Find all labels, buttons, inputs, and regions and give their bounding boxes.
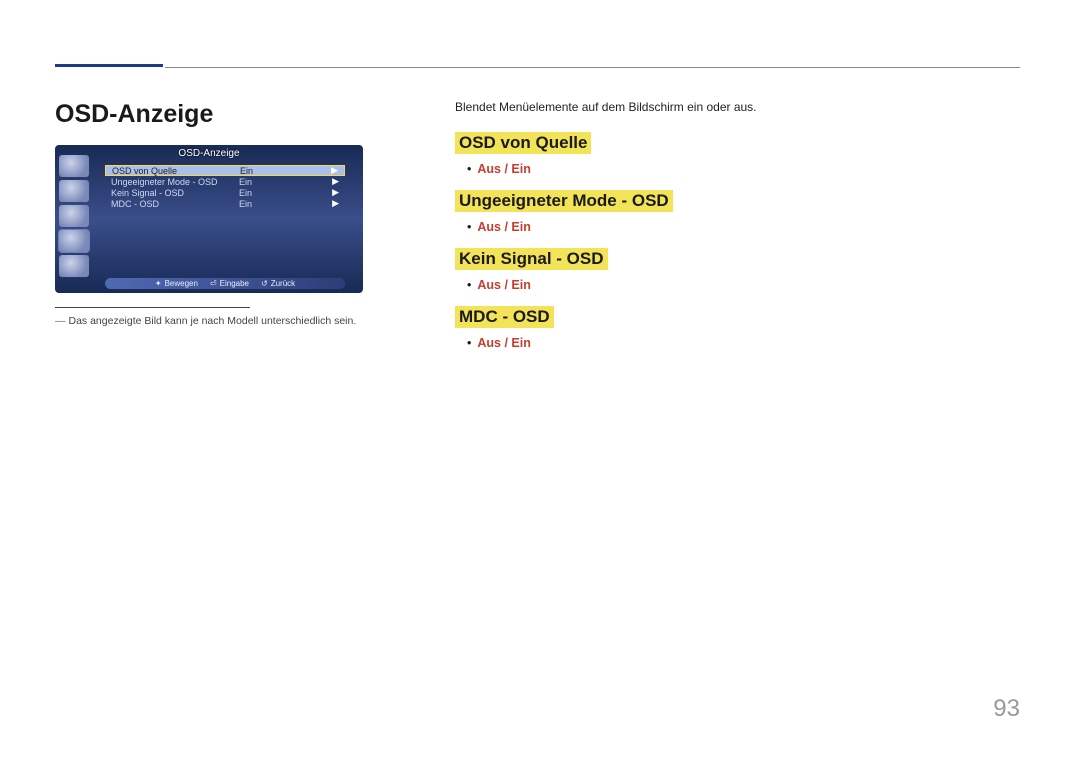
bullet-icon: • <box>467 220 471 234</box>
section: Kein Signal - OSD • Aus / Ein <box>455 248 1020 292</box>
label: Bewegen <box>165 279 198 288</box>
page-title: OSD-Anzeige <box>55 100 395 129</box>
osd-title: OSD-Anzeige <box>55 148 363 159</box>
enter-icon: ⏎ <box>210 279 217 288</box>
osd-sidebar <box>55 155 97 277</box>
separator-line <box>55 307 250 308</box>
osd-menu-value: Ein <box>239 188 263 198</box>
osd-footer: ✦ Bewegen ⏎ Eingabe ↺ Zurück <box>105 278 345 289</box>
osd-footer-move: ✦ Bewegen <box>155 279 198 288</box>
page-number: 93 <box>993 695 1020 723</box>
bullet-icon: • <box>467 278 471 292</box>
sub-heading: Ungeeigneter Mode - OSD <box>455 190 673 212</box>
osd-sidebar-icon <box>59 205 89 227</box>
osd-menu-row: Ungeeigneter Mode - OSD Ein ▶ <box>105 176 345 187</box>
sub-heading: Kein Signal - OSD <box>455 248 608 270</box>
caption-text: Das angezeigte Bild kann je nach Modell … <box>69 315 357 327</box>
osd-sidebar-icon <box>59 255 89 277</box>
osd-footer-back: ↺ Zurück <box>261 279 295 288</box>
section: Ungeeigneter Mode - OSD • Aus / Ein <box>455 190 1020 234</box>
osd-menu-value: Ein <box>239 177 263 187</box>
option-line: • Aus / Ein <box>467 220 1020 234</box>
header-rule <box>165 67 1020 68</box>
arrow-icon: ✦ <box>155 279 162 288</box>
option-text: Aus / Ein <box>477 162 530 176</box>
chevron-right-icon: ▶ <box>272 165 338 176</box>
option-line: • Aus / Ein <box>467 336 1020 350</box>
osd-menu-row: Kein Signal - OSD Ein ▶ <box>105 187 345 198</box>
sub-heading: OSD von Quelle <box>455 132 591 154</box>
option-text: Aus / Ein <box>477 336 530 350</box>
option-text: Aus / Ein <box>477 278 530 292</box>
osd-menu-value: Ein <box>240 166 264 176</box>
option-text: Aus / Ein <box>477 220 530 234</box>
section: MDC - OSD • Aus / Ein <box>455 306 1020 350</box>
osd-sidebar-icon <box>59 180 89 202</box>
osd-menu-label: MDC - OSD <box>111 199 231 209</box>
section: OSD von Quelle • Aus / Ein <box>455 132 1020 176</box>
osd-sidebar-icon-active <box>59 230 89 252</box>
bullet-icon: • <box>467 336 471 350</box>
osd-footer-enter: ⏎ Eingabe <box>210 279 249 288</box>
chevron-right-icon: ▶ <box>271 176 339 187</box>
osd-menu-row: MDC - OSD Ein ▶ <box>105 198 345 209</box>
image-caption: ―Das angezeigte Bild kann je nach Modell… <box>55 314 395 329</box>
osd-menu-list: OSD von Quelle Ein ▶ Ungeeigneter Mode -… <box>105 165 345 209</box>
option-line: • Aus / Ein <box>467 162 1020 176</box>
chevron-right-icon: ▶ <box>271 187 339 198</box>
bullet-icon: • <box>467 162 471 176</box>
back-icon: ↺ <box>261 279 268 288</box>
osd-menu-label: Ungeeigneter Mode - OSD <box>111 177 231 187</box>
option-line: • Aus / Ein <box>467 278 1020 292</box>
intro-text: Blendet Menüelemente auf dem Bildschirm … <box>455 100 1020 114</box>
osd-menu-row: OSD von Quelle Ein ▶ <box>105 165 345 176</box>
label: Zurück <box>271 279 295 288</box>
osd-menu-label: Kein Signal - OSD <box>111 188 231 198</box>
osd-sidebar-icon <box>59 155 89 177</box>
osd-menu-value: Ein <box>239 199 263 209</box>
label: Eingabe <box>220 279 249 288</box>
osd-menu-screenshot: OSD-Anzeige OSD von Quelle Ein ▶ Unge <box>55 145 363 293</box>
osd-menu-label: OSD von Quelle <box>112 166 232 176</box>
chevron-right-icon: ▶ <box>271 198 339 209</box>
sub-heading: MDC - OSD <box>455 306 554 328</box>
header-marker <box>55 64 163 67</box>
